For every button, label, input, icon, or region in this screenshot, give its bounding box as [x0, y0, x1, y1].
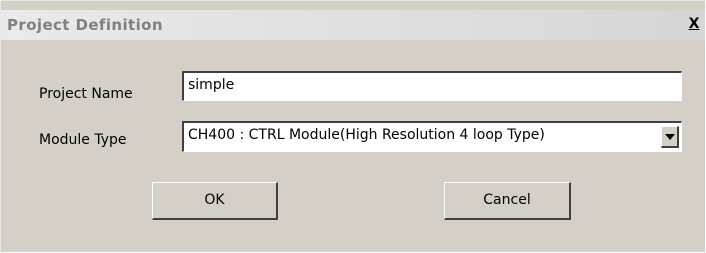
module-type-select[interactable]: CH400 : CTRL Module(High Resolution 4 lo… [182, 121, 682, 152]
close-icon: X [688, 16, 700, 32]
chevron-down-icon [665, 134, 675, 140]
titlebar[interactable]: Project Definition X [1, 10, 705, 40]
module-type-label: Module Type [39, 132, 127, 148]
project-definition-dialog: Project Definition X Project Name simple… [0, 0, 706, 253]
module-type-dropdown-button[interactable] [661, 126, 679, 148]
window-title: Project Definition [7, 16, 163, 34]
module-type-selected-value: CH400 : CTRL Module(High Resolution 4 lo… [188, 127, 545, 143]
ok-button[interactable]: OK [152, 182, 278, 220]
project-name-label: Project Name [39, 86, 133, 102]
cancel-button[interactable]: Cancel [444, 182, 571, 220]
project-name-input[interactable]: simple [182, 71, 682, 101]
close-button[interactable]: X [685, 16, 703, 33]
